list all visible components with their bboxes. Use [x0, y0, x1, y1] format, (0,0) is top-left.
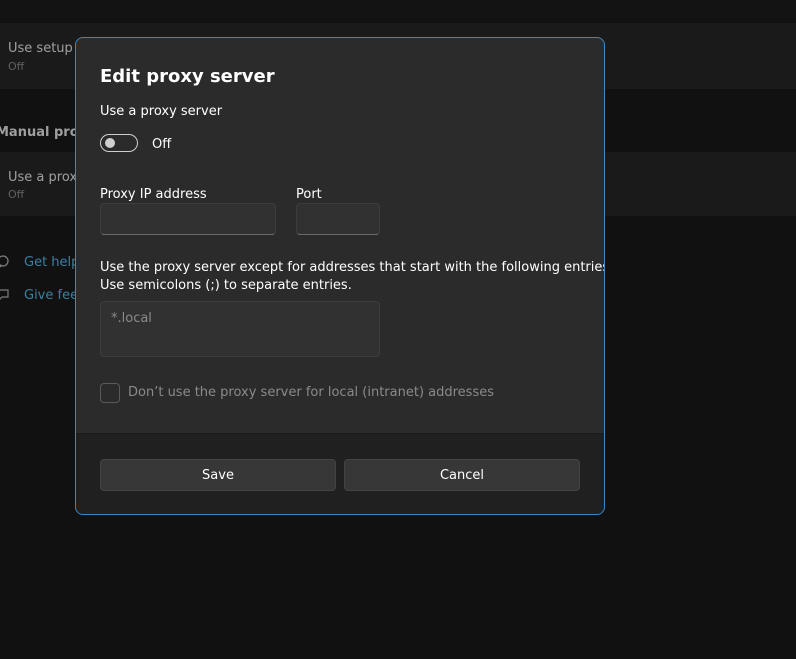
port-label: Port [296, 187, 322, 202]
dialog-title: Edit proxy server [100, 66, 275, 87]
use-proxy-label: Use a proxy server [100, 104, 223, 119]
proxy-ip-label: Proxy IP address [100, 187, 207, 202]
cancel-button[interactable]: Cancel [344, 459, 580, 491]
exceptions-input[interactable]: *.local [100, 301, 380, 357]
save-button[interactable]: Save [100, 459, 336, 491]
exceptions-placeholder: *.local [111, 311, 152, 326]
toggle-knob [105, 138, 115, 148]
local-addresses-label: Don’t use the proxy server for local (in… [128, 385, 494, 400]
exceptions-help-line2: Use semicolons (;) to separate entries. [100, 278, 352, 293]
exceptions-help-line1: Use the proxy server except for addresse… [100, 260, 605, 275]
local-addresses-checkbox[interactable] [100, 383, 120, 403]
dialog-footer: Save Cancel [76, 433, 604, 514]
proxy-ip-input[interactable] [100, 203, 276, 235]
toggle-state-label: Off [152, 137, 172, 152]
port-input[interactable] [296, 203, 380, 235]
use-proxy-toggle[interactable] [100, 134, 138, 152]
edit-proxy-dialog: Edit proxy server Use a proxy server Off… [75, 37, 605, 515]
exceptions-help-text: Use the proxy server except for addresse… [100, 259, 605, 295]
